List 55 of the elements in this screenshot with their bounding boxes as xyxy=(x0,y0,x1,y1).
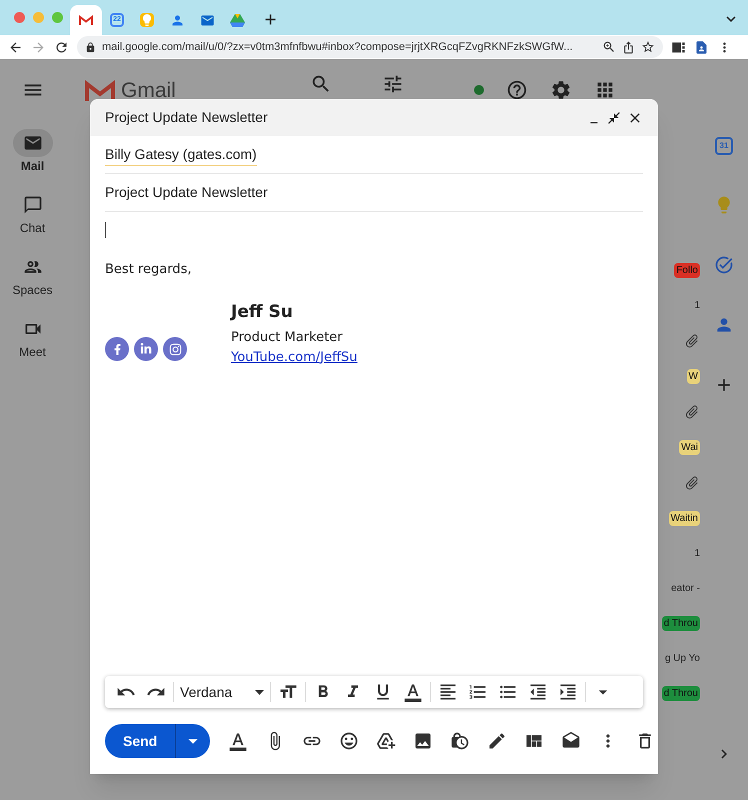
inbox-label-tag: d Throu xyxy=(662,686,700,701)
subject-field[interactable]: Project Update Newsletter xyxy=(105,182,268,203)
inbox-fragment-text: eator - xyxy=(671,582,700,596)
share-icon[interactable] xyxy=(622,40,635,54)
envelope-logo-icon xyxy=(85,80,115,102)
profile-icon[interactable] xyxy=(694,40,709,54)
rail-label: Mail xyxy=(20,158,44,175)
recipient-chip[interactable]: Billy Gatesy (gates.com) xyxy=(105,144,257,166)
inbox-fragment-text: g Up Yo xyxy=(664,652,700,666)
inbox-label-tag: Wai xyxy=(679,440,700,455)
inbox-fragment-text: 1 xyxy=(694,547,700,561)
message-body[interactable]: Best regards, Jeff Su Product Marketer YouTube.com/JeffSu xyxy=(90,212,658,676)
lock-icon xyxy=(85,42,96,52)
inbox-label-tag: Follo xyxy=(674,263,700,278)
inbox-label-tag: W xyxy=(686,369,700,384)
gmail-logo-text: Gmail xyxy=(121,78,176,104)
mail-logo-icon xyxy=(79,14,93,26)
compose-title: Project Update Newsletter xyxy=(105,108,268,127)
person-icon xyxy=(170,12,184,28)
star-icon[interactable] xyxy=(641,40,655,54)
triangle-icon xyxy=(230,14,244,26)
settings-icon[interactable] xyxy=(550,79,572,101)
inbox-fragment-text: 1 xyxy=(694,299,700,313)
exit-fullscreen-icon[interactable] xyxy=(607,110,621,124)
signature-link[interactable]: YouTube.com/JeffSu xyxy=(231,348,358,367)
signature-role: Product Marketer xyxy=(231,329,344,347)
signature-name: Jeff Su xyxy=(231,300,294,324)
caret-icon xyxy=(255,690,264,694)
side-panel-icon[interactable] xyxy=(671,40,686,54)
back-icon[interactable] xyxy=(8,40,23,54)
send-button[interactable]: Send xyxy=(105,724,176,758)
greeting-text: Best regards, xyxy=(105,261,192,279)
chat-icon xyxy=(22,195,42,215)
rail-item[interactable]: Chat xyxy=(12,191,52,237)
inbox-label-tag: Waitin xyxy=(668,511,700,526)
text-cursor xyxy=(105,222,106,238)
font-dropdown[interactable]: Verdana xyxy=(176,678,268,706)
facebook-icon[interactable] xyxy=(105,337,129,361)
url-text: mail.google.com/mail/u/0/?zx=v0tm3mfnfbwu#inbox?compose=jrjtXRGcqFZvgRKNFzkSWGfW... xyxy=(102,40,573,55)
inbox-label-tag: d Throu xyxy=(662,616,700,631)
reload-icon[interactable] xyxy=(54,40,69,54)
linkedin-icon[interactable] xyxy=(134,337,158,361)
zoom-icon[interactable] xyxy=(602,40,616,54)
rail-item[interactable]: Meet xyxy=(12,315,52,361)
instagram-icon[interactable] xyxy=(163,337,187,361)
rail-label: Spaces xyxy=(12,282,53,299)
filter-icon[interactable] xyxy=(382,73,404,95)
address-bar[interactable]: mail.google.com/mail/u/0/?zx=v0tm3mfnfbwu#inbox?compose=jrjtXRGcqFZvgRKNFzkSWGfW... xyxy=(77,36,663,58)
browser-tab[interactable] xyxy=(70,5,102,35)
rail-label: Chat xyxy=(20,220,46,237)
rail-item[interactable]: Spaces xyxy=(12,253,53,299)
help-icon[interactable] xyxy=(506,79,528,101)
mail-icon xyxy=(200,12,214,28)
rail-label: Meet xyxy=(19,344,46,361)
lightbulb-icon xyxy=(140,13,154,27)
